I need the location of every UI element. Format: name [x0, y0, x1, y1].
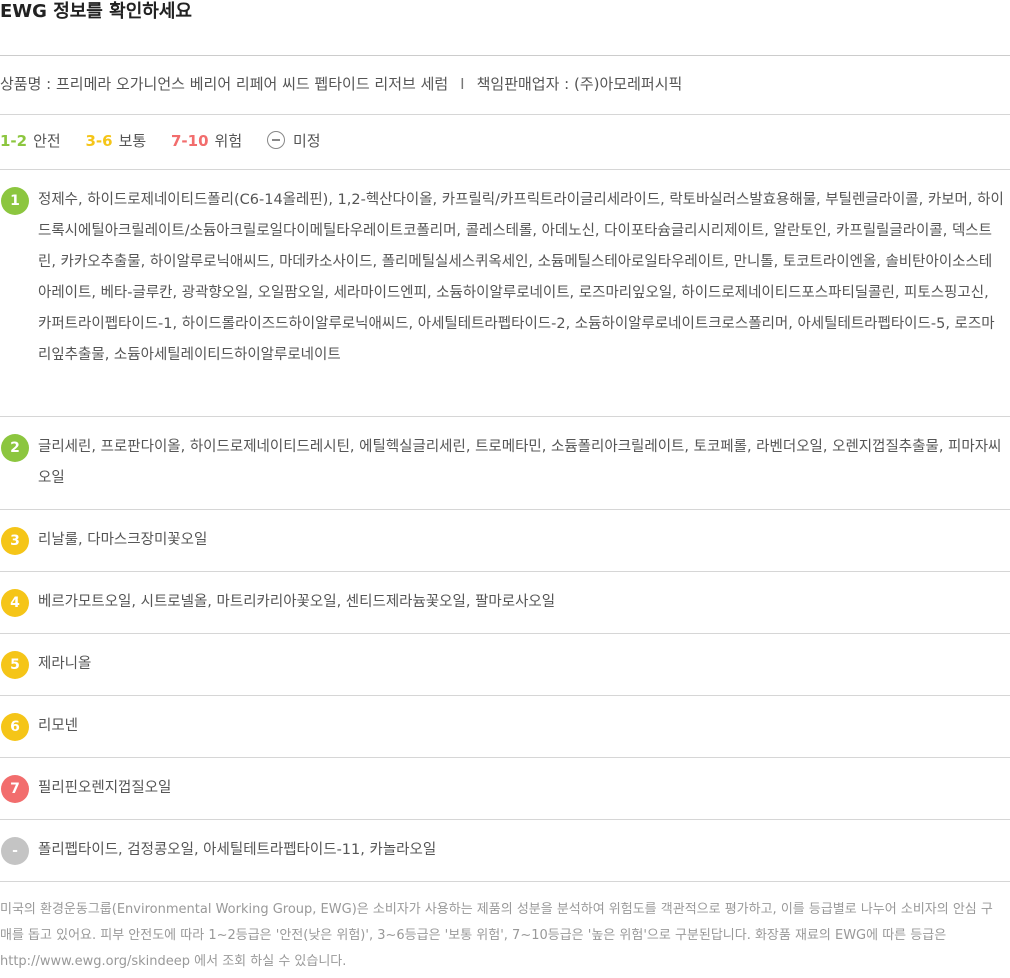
legend-safe-label: 안전 [33, 132, 61, 150]
grade-row-7: 7 필리핀오렌지껍질오일 [0, 758, 1010, 820]
grade-row-4: 4 베르가모트오일, 시트로넬올, 마트리카리아꽃오일, 센티드제라늄꽃오일, … [0, 572, 1010, 634]
ingredient-list: 필리핀오렌지껍질오일 [38, 780, 172, 796]
grade-row-3: 3 리날룰, 다마스크장미꽃오일 [0, 510, 1010, 572]
grade-badge: 1 [1, 187, 29, 215]
product-info: 상품명 : 프리메라 오가니언스 베리어 리페어 씨드 펩타이드 리저브 세럼 I… [0, 56, 1010, 115]
legend-moderate: 3-6 보통 [86, 115, 147, 168]
grade-row-undefined: - 폴리펩타이드, 검정콩오일, 아세틸테트라펩타이드-11, 카놀라오일 [0, 820, 1010, 882]
ingredient-list: 정제수, 하이드로제네이티드폴리(C6-14올레핀), 1,2-헥산다이올, 카… [38, 192, 1004, 363]
legend-danger-range: 7-10 [171, 132, 209, 150]
grade-badge: - [1, 837, 29, 865]
grade-row-6: 6 리모넨 [0, 696, 1010, 758]
ingredient-list: 글리세린, 프로판다이올, 하이드로제네이티드레시틴, 에틸헥실글리세린, 트로… [38, 439, 1002, 486]
grade-badge: 3 [1, 527, 29, 555]
legend-safe: 1-2 안전 [0, 115, 61, 168]
seller-name: 책임판매업자 : (주)아모레퍼시픽 [476, 75, 683, 93]
minus-circle-icon [266, 131, 285, 149]
legend-danger: 7-10 위험 [171, 115, 242, 168]
product-name: 상품명 : 프리메라 오가니언스 베리어 리페어 씨드 펩타이드 리저브 세럼 [0, 75, 449, 93]
legend-moderate-range: 3-6 [85, 132, 113, 150]
grade-row-5: 5 제라니올 [0, 634, 1010, 696]
legend-undefined-label: 미정 [292, 132, 321, 150]
info-separator: I [460, 75, 465, 93]
page-title: EWG 정보를 확인하세요 [0, 0, 1010, 56]
grade-badge: 7 [1, 775, 29, 803]
grade-badge: 5 [1, 651, 29, 679]
ewg-footnote: 미국의 환경운동그룹(Environmental Working Group, … [0, 902, 993, 969]
ingredient-list: 제라니올 [38, 656, 92, 672]
grade-badge: 6 [1, 713, 29, 741]
legend-moderate-label: 보통 [118, 132, 147, 150]
legend-danger-label: 위험 [214, 132, 243, 150]
ingredient-list: 리날룰, 다마스크장미꽃오일 [38, 532, 208, 548]
legend-safe-range: 1-2 [0, 132, 28, 150]
ingredient-list: 폴리펩타이드, 검정콩오일, 아세틸테트라펩타이드-11, 카놀라오일 [38, 842, 437, 858]
grade-row-2: 2 글리세린, 프로판다이올, 하이드로제네이티드레시틴, 에틸헥실글리세린, … [0, 417, 1010, 510]
legend-undefined: 미정 [266, 115, 321, 168]
grade-badge: 2 [1, 434, 29, 462]
ingredient-list: 베르가모트오일, 시트로넬올, 마트리카리아꽃오일, 센티드제라늄꽃오일, 팔마… [38, 594, 556, 610]
grade-legend: 1-2 안전 3-6 보통 7-10 위험 미정 [0, 115, 1010, 170]
grade-row-1: 1 정제수, 하이드로제네이티드폴리(C6-14올레핀), 1,2-헥산다이올,… [0, 170, 1010, 417]
ingredient-list: 리모넨 [38, 718, 79, 734]
grade-badge: 4 [1, 589, 29, 617]
